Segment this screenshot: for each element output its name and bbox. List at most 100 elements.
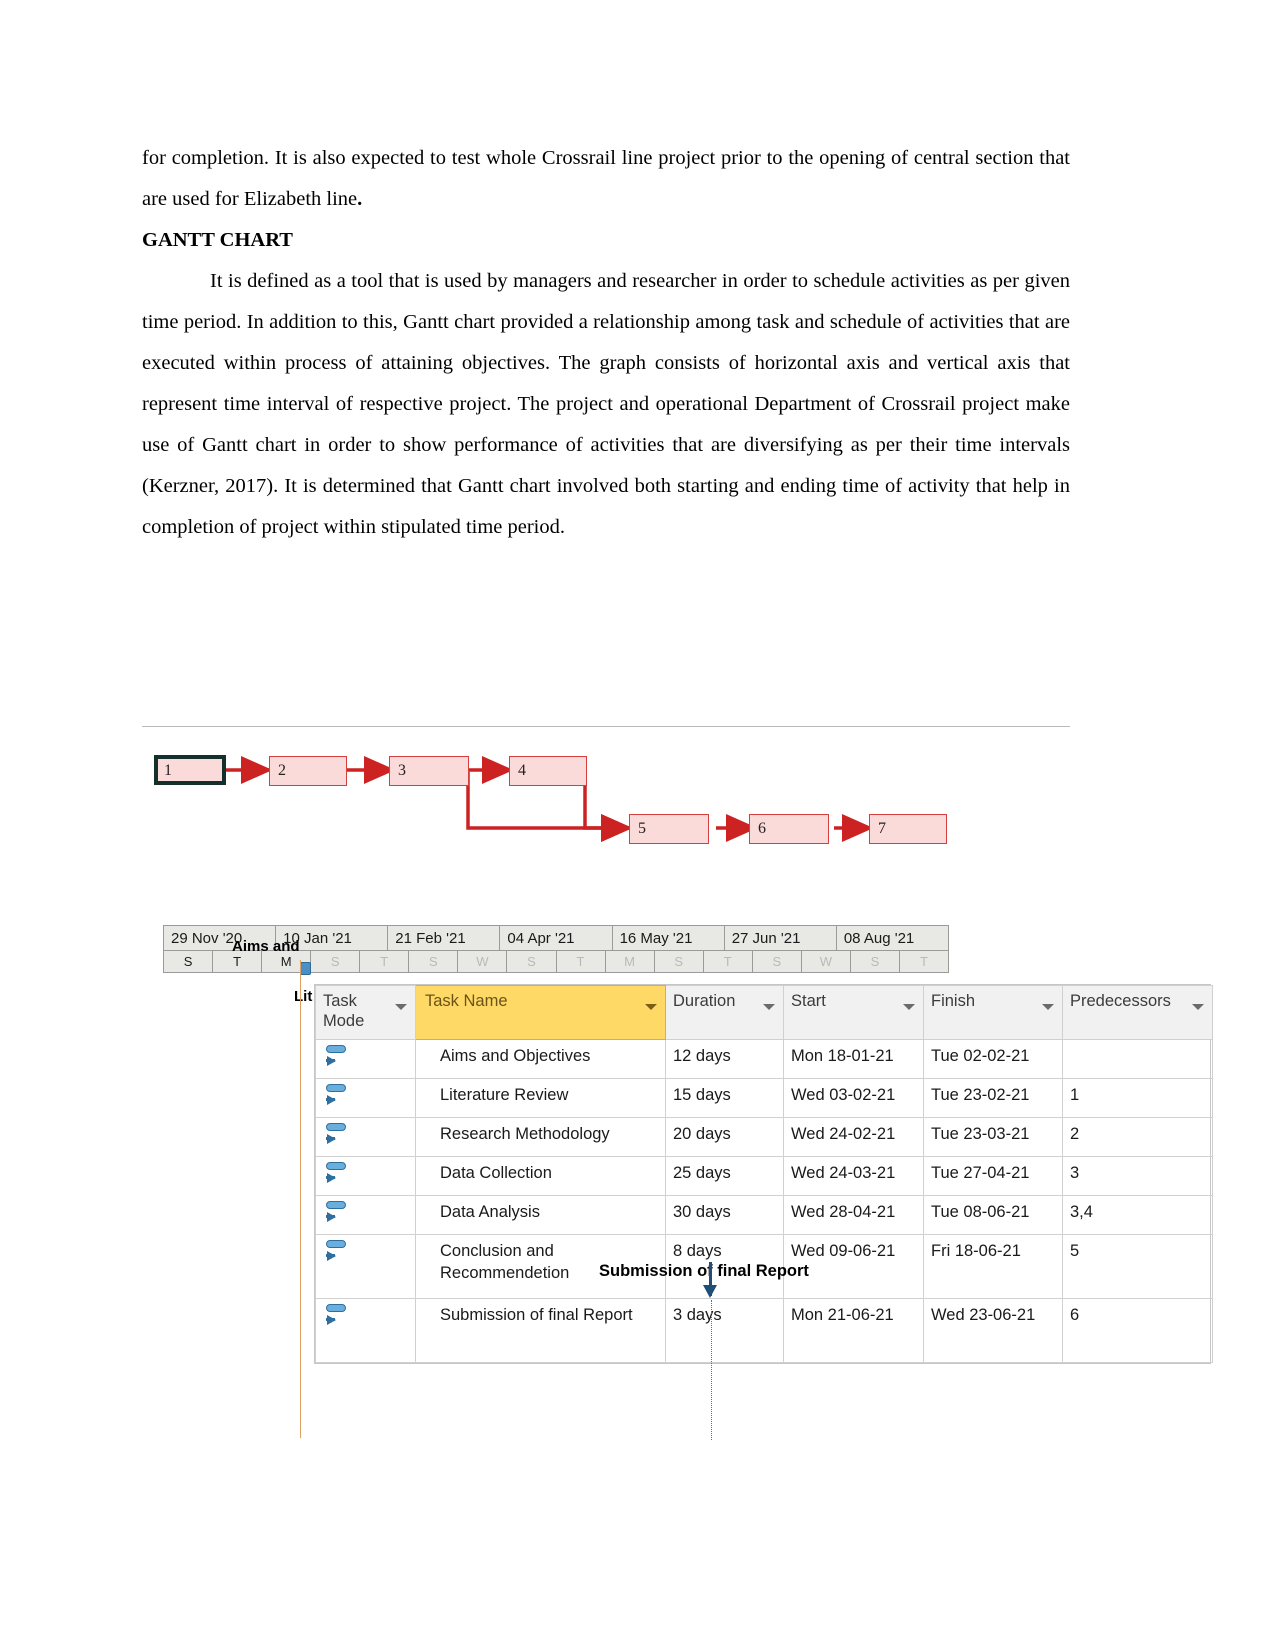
cell-predecessors[interactable]: 3,4 [1062, 1195, 1213, 1235]
cell-start[interactable]: Wed 03-02-21 [783, 1078, 924, 1118]
cell-predecessors[interactable]: 3 [1062, 1156, 1213, 1196]
timeline-minor-15: T [919, 954, 928, 969]
table-row[interactable]: Literature Review 15 days Wed 03-02-21 T… [315, 1078, 1213, 1118]
cell-task-mode[interactable] [315, 1234, 416, 1299]
task-table-header-row: Task Mode Task Name Duration Start Finis… [315, 985, 1213, 1040]
auto-schedule-icon [326, 1239, 348, 1263]
cell-task-name[interactable]: Submission of final Report [415, 1298, 666, 1363]
milestone-marker-icon[interactable] [703, 1285, 717, 1298]
cell-task-name[interactable]: Literature Review [415, 1078, 666, 1118]
auto-schedule-icon [326, 1122, 348, 1146]
table-row[interactable]: Aims and Objectives 12 days Mon 18-01-21… [315, 1039, 1213, 1079]
network-diagram-links [225, 756, 874, 842]
network-node-6[interactable]: 6 [749, 814, 829, 844]
paragraph-gantt-description: It is defined as a tool that is used by … [142, 270, 1070, 538]
network-node-1[interactable]: 1 [154, 755, 226, 785]
column-header-task-mode[interactable]: Task Mode [315, 985, 416, 1040]
cell-duration[interactable]: 3 days [665, 1298, 784, 1363]
cell-start[interactable]: Mon 18-01-21 [783, 1039, 924, 1079]
table-row[interactable]: Data Analysis 30 days Wed 28-04-21 Tue 0… [315, 1195, 1213, 1235]
network-node-2-label: 2 [278, 762, 286, 779]
network-node-3[interactable]: 3 [389, 756, 469, 786]
cell-task-mode[interactable] [315, 1298, 416, 1363]
paragraph-intro: for completion. It is also expected to t… [142, 138, 1070, 220]
network-node-2[interactable]: 2 [269, 756, 347, 786]
cell-start[interactable]: Mon 21-06-21 [783, 1298, 924, 1363]
gantt-bar-aims[interactable] [300, 962, 311, 975]
cell-duration[interactable]: 25 days [665, 1156, 784, 1196]
column-header-finish[interactable]: Finish [923, 985, 1063, 1040]
column-header-duration[interactable]: Duration [665, 985, 784, 1040]
cell-duration[interactable]: 20 days [665, 1117, 784, 1157]
network-node-5[interactable]: 5 [629, 814, 709, 844]
chevron-down-icon[interactable] [395, 1004, 407, 1010]
timeline-tick-5: 27 Jun '21 [725, 926, 837, 950]
column-header-task-name[interactable]: Task Name [415, 985, 666, 1040]
auto-schedule-icon [326, 1083, 348, 1107]
cell-start[interactable]: Wed 24-02-21 [783, 1117, 924, 1157]
chevron-down-icon[interactable] [763, 1004, 775, 1010]
column-header-predecessors[interactable]: Predecessors [1062, 985, 1213, 1040]
table-row[interactable]: Research Methodology 20 days Wed 24-02-2… [315, 1117, 1213, 1157]
cell-finish[interactable]: Tue 08-06-21 [923, 1195, 1063, 1235]
cell-task-mode[interactable] [315, 1156, 416, 1196]
chevron-down-icon[interactable] [903, 1004, 915, 1010]
timeline-minor-6: W [458, 951, 508, 972]
cell-predecessors[interactable]: 6 [1062, 1298, 1213, 1363]
column-header-finish-label: Finish [931, 992, 976, 1010]
cell-duration[interactable]: 15 days [665, 1078, 784, 1118]
cell-finish[interactable]: Wed 23-06-21 [923, 1298, 1063, 1363]
cell-task-mode[interactable] [315, 1195, 416, 1235]
cell-task-name[interactable]: Data Analysis [415, 1195, 666, 1235]
chevron-down-icon[interactable] [645, 1004, 657, 1010]
timeline-minor-14: S [851, 951, 900, 972]
paragraph-intro-period: . [357, 188, 363, 210]
cell-start[interactable]: Wed 28-04-21 [783, 1195, 924, 1235]
timeline-tick-6: 08 Aug '21 [843, 930, 915, 947]
cell-finish[interactable]: Tue 23-02-21 [923, 1078, 1063, 1118]
cell-predecessors[interactable]: 1 [1062, 1078, 1213, 1118]
network-node-5-label: 5 [638, 820, 646, 837]
section-heading-gantt-chart: GANTT CHART [142, 229, 293, 251]
auto-schedule-icon [326, 1303, 348, 1327]
network-diagram: 1 2 3 4 5 6 7 [142, 726, 1072, 866]
cell-finish[interactable]: Tue 02-02-21 [923, 1039, 1063, 1079]
column-header-task-mode-line2: Mode [323, 1012, 365, 1030]
gantt-bar-label-literature: Lit [294, 988, 313, 1005]
auto-schedule-icon [326, 1044, 348, 1068]
cell-duration[interactable]: 12 days [665, 1039, 784, 1079]
cell-task-mode[interactable] [315, 1117, 416, 1157]
cell-predecessors[interactable]: 2 [1062, 1117, 1213, 1157]
cell-finish[interactable]: Fri 18-06-21 [923, 1234, 1063, 1299]
gantt-bar-label-aims: Aims and [232, 938, 300, 955]
cell-task-name[interactable]: Aims and Objectives [415, 1039, 666, 1079]
cell-task-mode[interactable] [315, 1039, 416, 1079]
cell-task-name[interactable]: Data Collection [415, 1156, 666, 1196]
cell-predecessors[interactable]: 5 [1062, 1234, 1213, 1299]
cell-predecessors[interactable] [1062, 1039, 1213, 1079]
cell-duration[interactable]: 30 days [665, 1195, 784, 1235]
cell-task-name[interactable]: Research Methodology [415, 1117, 666, 1157]
cell-task-mode[interactable] [315, 1078, 416, 1118]
timeline-minor-4: T [360, 951, 410, 972]
timeline-minor-12: S [753, 951, 802, 972]
cell-finish[interactable]: Tue 23-03-21 [923, 1117, 1063, 1157]
timeline-minor-3: S [311, 951, 361, 972]
column-header-task-name-label: Task Name [425, 992, 508, 1010]
cell-finish[interactable]: Tue 27-04-21 [923, 1156, 1063, 1196]
chevron-down-icon[interactable] [1042, 1004, 1054, 1010]
column-header-start[interactable]: Start [783, 985, 924, 1040]
cell-start[interactable]: Wed 24-03-21 [783, 1156, 924, 1196]
network-node-4-label: 4 [518, 762, 526, 779]
gantt-today-line [300, 960, 301, 1438]
timeline-tick-2: 21 Feb '21 [388, 926, 501, 950]
auto-schedule-icon [326, 1200, 348, 1224]
table-row[interactable]: Submission of final Report 3 days Mon 21… [315, 1298, 1213, 1363]
timeline-tick-3: 04 Apr '21 [500, 926, 613, 950]
chevron-down-icon[interactable] [1192, 1004, 1204, 1010]
timeline-minor-13: W [802, 951, 851, 972]
network-node-7[interactable]: 7 [869, 814, 947, 844]
table-row[interactable]: Data Collection 25 days Wed 24-03-21 Tue… [315, 1156, 1213, 1196]
project-task-table[interactable]: Task Mode Task Name Duration Start Finis… [314, 984, 1213, 1364]
network-node-4[interactable]: 4 [509, 756, 587, 786]
